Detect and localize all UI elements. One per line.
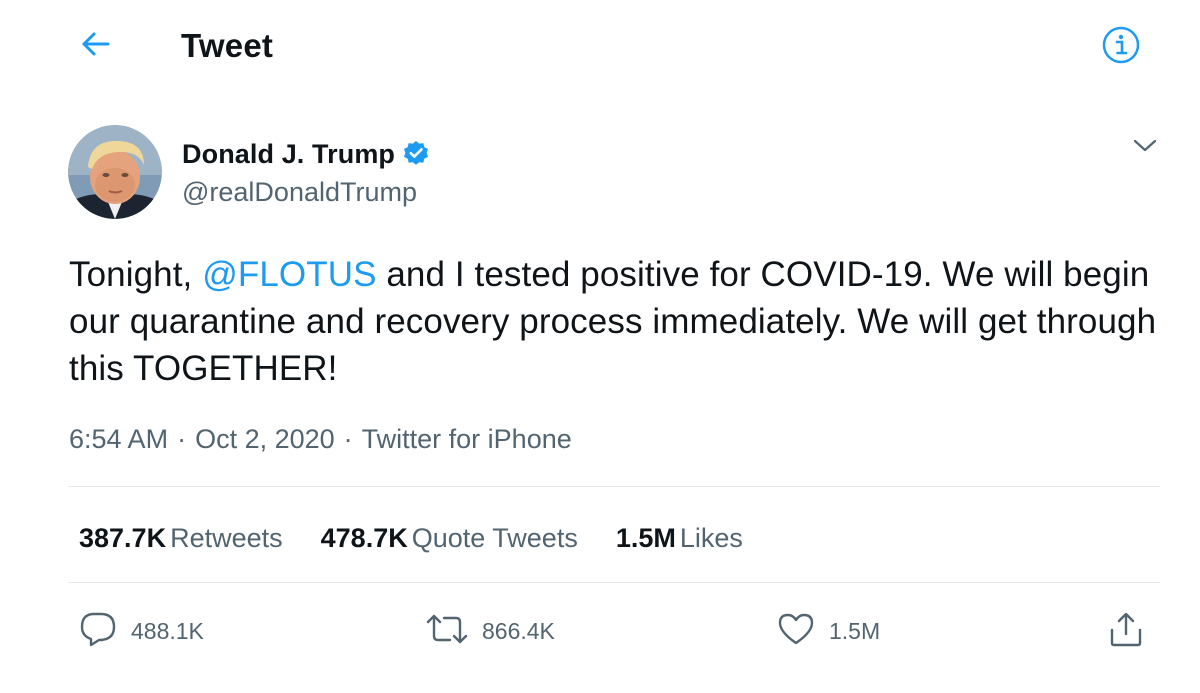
retweets-stat[interactable]: 387.7K Retweets: [79, 520, 283, 556]
like-count: 1.5M: [829, 617, 881, 644]
info-button[interactable]: [1098, 24, 1144, 70]
author-name[interactable]: Donald J. Trump: [182, 139, 395, 170]
tweet-text-start: Tonight,: [69, 255, 203, 294]
mention-link[interactable]: @FLOTUS: [202, 255, 376, 294]
retweets-count: 387.7K: [79, 523, 167, 553]
quote-tweets-count: 478.7K: [320, 523, 408, 553]
tweet-time[interactable]: 6:54 AM: [69, 421, 168, 457]
chevron-down-icon: [1132, 138, 1158, 159]
back-button[interactable]: [72, 22, 120, 70]
avatar[interactable]: [68, 125, 162, 219]
tweet-header: Tweet: [0, 0, 1200, 96]
tweet-meta: 6:54 AM · Oct 2, 2020 · Twitter for iPho…: [69, 421, 572, 457]
like-button[interactable]: 1.5M: [777, 608, 880, 654]
quote-tweets-stat[interactable]: 478.7K Quote Tweets: [321, 520, 578, 556]
quote-tweets-label: Quote Tweets: [411, 523, 578, 553]
meta-separator: ·: [177, 424, 187, 454]
tweet-date[interactable]: Oct 2, 2020: [195, 421, 335, 457]
meta-separator: ·: [343, 424, 353, 454]
retweet-button[interactable]: 866.4K: [426, 608, 555, 654]
likes-count: 1.5M: [615, 523, 676, 553]
more-options-button[interactable]: [1125, 128, 1165, 168]
arrow-left-icon: [81, 31, 111, 62]
divider: [68, 486, 1160, 487]
reply-bubble-icon: [79, 611, 117, 652]
info-circle-icon: [1101, 25, 1141, 70]
page-title: Tweet: [181, 27, 274, 64]
author-handle[interactable]: @realDonaldTrump: [182, 174, 417, 210]
share-button[interactable]: [1108, 608, 1144, 654]
retweet-icon: [426, 612, 468, 651]
share-icon: [1108, 610, 1144, 653]
author-name-row[interactable]: Donald J. Trump: [182, 136, 431, 172]
divider: [68, 582, 1160, 583]
tweet-text: Tonight, @FLOTUS and I tested positive f…: [69, 251, 1169, 392]
verified-badge-icon: [401, 139, 431, 169]
retweets-label: Retweets: [170, 523, 283, 553]
tweet-source[interactable]: Twitter for iPhone: [362, 421, 572, 457]
engagement-stats: 387.7K Retweets 478.7K Quote Tweets 1.5M Li…: [79, 520, 781, 556]
retweet-count: 866.4K: [482, 617, 555, 644]
reply-count: 488.1K: [131, 617, 204, 644]
reply-button[interactable]: 488.1K: [79, 608, 204, 654]
likes-label: Likes: [679, 523, 743, 553]
heart-icon: [777, 612, 815, 651]
likes-stat[interactable]: 1.5M Likes: [616, 520, 743, 556]
